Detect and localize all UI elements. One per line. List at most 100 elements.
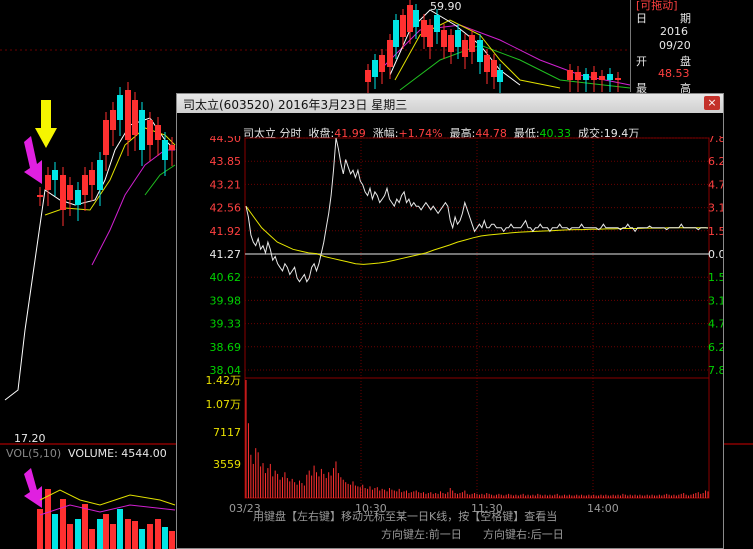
date-value: 09/20 (659, 39, 691, 52)
volume-bar (110, 524, 116, 549)
y-tick-label: 41.27 (210, 248, 242, 261)
key-right-hint: 方向键右:后一日 (483, 528, 564, 541)
candle-body (387, 40, 393, 67)
volume-bar (45, 489, 51, 549)
intraday-chart[interactable]: 44.50 7.83% 43.85 6.26% 43.21 4.70% 42.56 3.13%… (177, 136, 724, 546)
pct-tick-label: 4.70% (708, 318, 723, 331)
volume-bar (169, 531, 175, 549)
candle-body (155, 125, 161, 140)
volume-bar (155, 519, 161, 549)
candle-body (147, 120, 153, 145)
yellow-arrow-icon (35, 100, 57, 148)
x-tick-label: 14:00 (587, 502, 619, 515)
ma60-line-right (399, 44, 631, 91)
candle-body (441, 30, 447, 47)
pct-tick-label: 7.83% (708, 136, 723, 145)
candle-body (110, 110, 116, 130)
volume-tick-label: 1.42万 (206, 374, 242, 387)
price-low-label: 17.20 (14, 432, 46, 445)
candle-body (67, 185, 73, 200)
volume-bar (139, 529, 145, 549)
y-tick-label: 39.98 (210, 294, 242, 307)
candle-body (52, 170, 58, 180)
intraday-dialog[interactable]: 司太立(603520) 2016年3月23日 星期三 × 司太立 分时 收盘:4… (176, 93, 724, 549)
candle-body (45, 175, 51, 190)
candle-body (407, 5, 413, 32)
candle-body (372, 60, 378, 77)
candle-body (413, 10, 419, 27)
candle-body (162, 140, 168, 160)
candle-body (567, 70, 573, 80)
pct-tick-label: 4.70% (708, 178, 723, 191)
candle-body (615, 78, 621, 80)
open-value: 48.53 (658, 67, 690, 80)
candle-body (484, 55, 490, 72)
candle-body (132, 100, 138, 135)
dialog-title-bar[interactable]: 司太立(603520) 2016年3月23日 星期三 × (177, 94, 723, 113)
y-tick-label: 44.50 (210, 136, 242, 145)
close-button[interactable]: × (704, 96, 720, 110)
pct-tick-label: 6.26% (708, 341, 723, 354)
volume-bar (162, 527, 168, 549)
ma20-line (91, 149, 175, 266)
candle-body (379, 55, 385, 72)
candle-body (421, 20, 427, 37)
candle-body (434, 15, 440, 32)
candle-body (448, 35, 454, 52)
magenta-arrow-icon-lower (24, 468, 42, 508)
candle-body (97, 160, 103, 190)
date-label2: 期 (680, 12, 691, 25)
y-tick-label: 43.85 (210, 155, 242, 168)
y-tick-label: 43.21 (210, 178, 242, 191)
pct-tick-label: 1.57% (708, 225, 723, 238)
volume-bar (103, 514, 109, 549)
volume-bar (97, 519, 103, 549)
candle-body (583, 74, 589, 80)
candle-body (139, 110, 145, 150)
pct-tick-label: 0.00% (708, 248, 723, 261)
candle-body (117, 95, 123, 120)
info-divider (630, 0, 631, 92)
date-label: 日 (636, 12, 647, 25)
candle-body (469, 35, 475, 52)
close-icon: × (707, 96, 717, 109)
volume-bar (75, 519, 81, 549)
footer-hint: 用键盘【左右键】移动光标至某一日K线，按【空格键】查看当 (253, 510, 558, 523)
candle-body (89, 170, 95, 185)
y-tick-label: 40.62 (210, 271, 242, 284)
candle-body (125, 90, 131, 140)
volume-bar (89, 529, 95, 549)
volume-bar (82, 504, 88, 549)
key-left-hint: 方向键左:前一日 (381, 528, 462, 541)
price-high-label: 59.90 (430, 0, 462, 13)
info-panel[interactable]: [可拖动] 日 期 2016 09/20 开 盘 48.53 最 高 (630, 0, 753, 95)
volume-bar (52, 514, 58, 549)
magenta-arrow-icon (24, 136, 42, 184)
candle-wick (617, 72, 619, 92)
pct-tick-label: 3.13% (708, 202, 723, 215)
volume-bar (125, 519, 131, 549)
candle-body (462, 40, 468, 57)
candle-body (455, 30, 461, 47)
candle-body (169, 145, 175, 150)
volume-tick-label: 1.07万 (206, 398, 242, 411)
candle-body (599, 76, 605, 80)
pct-tick-label: 3.13% (708, 294, 723, 307)
y-tick-label: 41.92 (210, 225, 242, 238)
candle-body (575, 72, 581, 80)
open-label: 开 (636, 55, 647, 68)
pct-tick-label: 6.26% (708, 155, 723, 168)
candle-body (477, 40, 483, 62)
candle-body (393, 20, 399, 47)
y-tick-label: 39.33 (210, 318, 242, 331)
y-tick-label: 38.69 (210, 341, 242, 354)
vol-indicator-label: VOL(5,10) (6, 447, 62, 460)
candle-body (103, 120, 109, 155)
candle-body (82, 175, 88, 195)
vol-value-label: VOLUME: 4544.00 (68, 447, 167, 460)
y-tick-label: 42.56 (210, 202, 242, 215)
dialog-title: 司太立(603520) 2016年3月23日 星期三 (183, 98, 408, 112)
candle-wick (171, 137, 173, 166)
volume-tick-label: 7117 (213, 426, 241, 439)
candle-body (607, 74, 613, 80)
